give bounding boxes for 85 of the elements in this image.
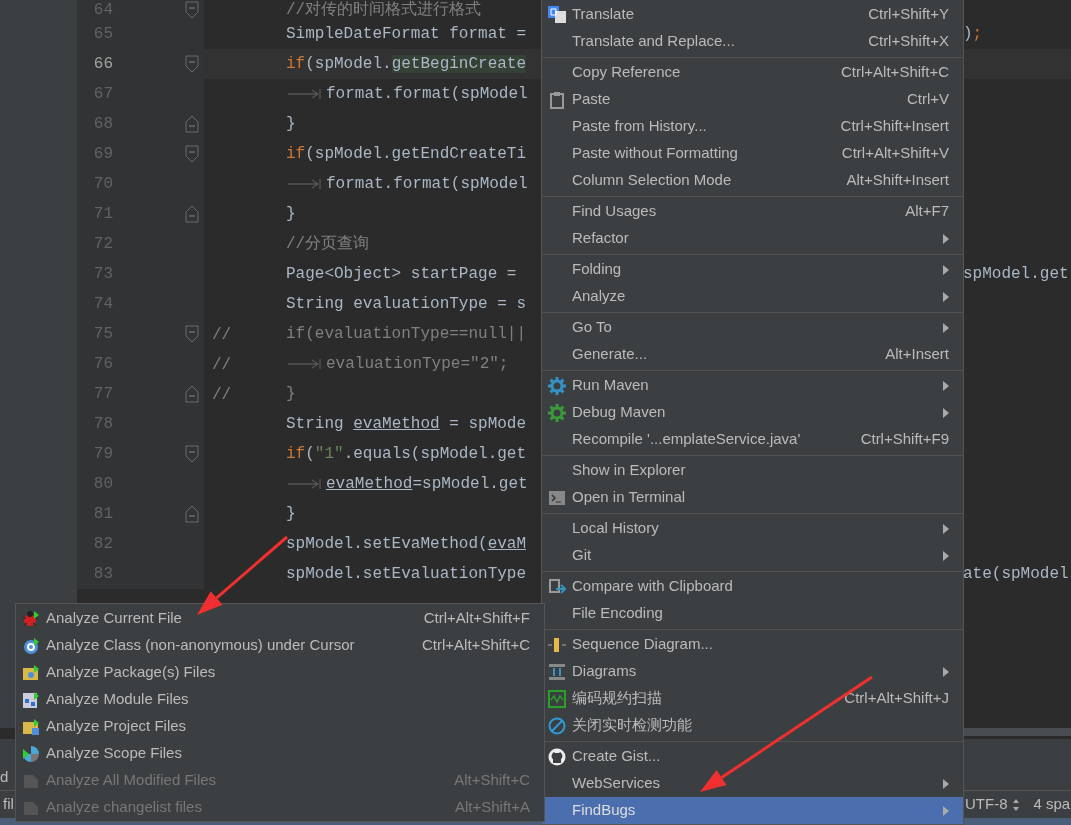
- menu-item[interactable]: Analyze Current File Ctrl+Alt+Shift+F: [16, 605, 544, 632]
- code-line: //对传的时间格式进行格式: [286, 0, 482, 21]
- menu-item[interactable]: Create Gist...: [542, 743, 963, 770]
- code-line: spModel.get: [963, 264, 1069, 285]
- indent-selector[interactable]: 4 spa: [1033, 793, 1071, 816]
- module-icon: [22, 690, 40, 709]
- menu-item[interactable]: Compare with Clipboard: [542, 573, 963, 600]
- panel-text: fil: [3, 794, 14, 815]
- menu-item[interactable]: Column Selection Mode Alt+Shift+Insert: [542, 167, 963, 194]
- pie-icon: [22, 744, 40, 763]
- code-line: );: [963, 24, 983, 45]
- panel-text: d: [0, 766, 9, 787]
- gear-icon: [548, 403, 566, 422]
- code-line: evaluationType="2";: [326, 354, 509, 375]
- forbidden-icon: [548, 716, 566, 735]
- menu-item[interactable]: FindBugs: [542, 797, 963, 824]
- code-line: if(spModel.getEndCreateTi: [286, 144, 527, 165]
- code-line: if(spModel.getBeginCreate: [286, 54, 527, 75]
- code-line: spModel.setEvaluationType: [286, 564, 527, 585]
- chart-icon: [548, 689, 566, 708]
- menu-item[interactable]: Local History: [542, 515, 963, 542]
- code-line: if("1".equals(spModel.get: [286, 444, 527, 465]
- menu-item[interactable]: Show in Explorer: [542, 457, 963, 484]
- cat-silhouette-icon: [548, 747, 566, 766]
- menu-item[interactable]: Analyze Project Files: [16, 713, 544, 740]
- menu-item[interactable]: Copy Reference Ctrl+Alt+Shift+C: [542, 59, 963, 86]
- menu-item[interactable]: Sequence Diagram...: [542, 631, 963, 658]
- code-line: evaMethod=spModel.get: [326, 474, 528, 495]
- gear-icon: [548, 376, 566, 395]
- menu-item[interactable]: Analyze Class (non-anonymous) under Cursor Ctrl+Alt+Shift+C: [16, 632, 544, 659]
- class-icon: [22, 636, 40, 655]
- menu-item[interactable]: Open in Terminal: [542, 484, 963, 511]
- menu-item[interactable]: WebServices: [542, 770, 963, 797]
- menu-item[interactable]: Translate and Replace... Ctrl+Shift+X: [542, 28, 963, 55]
- sequence-diagram-icon: [548, 635, 566, 654]
- menu-item[interactable]: Run Maven: [542, 372, 963, 399]
- line-number: 66: [92, 54, 113, 75]
- code-text: //: [212, 385, 232, 404]
- menu-item[interactable]: Recompile '...emplateService.java' Ctrl+Shift+F9: [542, 426, 963, 453]
- code-line: format.format(spModel: [326, 174, 528, 195]
- menu-item[interactable]: Analyze Module Files: [16, 686, 544, 713]
- code-line: }: [286, 384, 296, 405]
- menu-item[interactable]: Analyze Package(s) Files: [16, 659, 544, 686]
- package-folder-icon: [22, 663, 40, 682]
- menu-item[interactable]: Paste Ctrl+V: [542, 86, 963, 113]
- code-line: if(evaluationType==null||: [286, 324, 527, 345]
- menu-item[interactable]: Analyze Scope Files: [16, 740, 544, 767]
- code-line: SimpleDateFormat format =: [286, 24, 528, 45]
- menu-item[interactable]: 关闭实时检测功能: [542, 712, 963, 739]
- menu-item[interactable]: Folding: [542, 256, 963, 283]
- code-text: //: [212, 325, 232, 344]
- code-line: String evaluationType = s: [286, 294, 527, 315]
- compare-icon: [548, 577, 566, 596]
- menu-item[interactable]: Go To: [542, 314, 963, 341]
- menu-item[interactable]: Translate Ctrl+Shift+Y: [542, 1, 963, 28]
- menu-item[interactable]: Diagrams: [542, 658, 963, 685]
- menu-item[interactable]: Analyze: [542, 283, 963, 310]
- code-line: format.format(spModel: [326, 84, 528, 105]
- encoding-selector[interactable]: UTF-8: [965, 793, 1008, 816]
- menu-item[interactable]: 编码规约扫描 Ctrl+Alt+Shift+J: [542, 685, 963, 712]
- up-down-icon: [1011, 798, 1020, 813]
- scrollbar[interactable]: [963, 728, 1071, 736]
- code-line: }: [286, 114, 296, 135]
- clipboard-icon: [548, 90, 566, 109]
- menu-item[interactable]: Generate... Alt+Insert: [542, 341, 963, 368]
- menu-item[interactable]: File Encoding: [542, 600, 963, 627]
- code-text: //: [212, 355, 232, 374]
- code-line: }: [286, 504, 296, 525]
- diagram-icon: [548, 662, 566, 681]
- bug-icon: [22, 609, 40, 628]
- code-line: Page<Object> startPage =: [286, 264, 518, 285]
- translate-icon: [548, 5, 566, 24]
- folder-icon: [22, 717, 40, 736]
- code-line: spModel.setEvaMethod(evaM: [286, 534, 527, 555]
- code-line: ate(spModel: [963, 564, 1069, 585]
- menu-item[interactable]: Refactor: [542, 225, 963, 252]
- code-line: String evaMethod = spMode: [286, 414, 527, 435]
- menu-item[interactable]: Git: [542, 542, 963, 569]
- code-line: //分页查询: [286, 234, 370, 255]
- menu-item[interactable]: Paste from History... Ctrl+Shift+Insert: [542, 113, 963, 140]
- menu-item[interactable]: Debug Maven: [542, 399, 963, 426]
- terminal-icon: [548, 488, 566, 507]
- menu-item[interactable]: Paste without Formatting Ctrl+Alt+Shift+V: [542, 140, 963, 167]
- code-line: }: [286, 204, 296, 225]
- menu-item[interactable]: Find Usages Alt+F7: [542, 198, 963, 225]
